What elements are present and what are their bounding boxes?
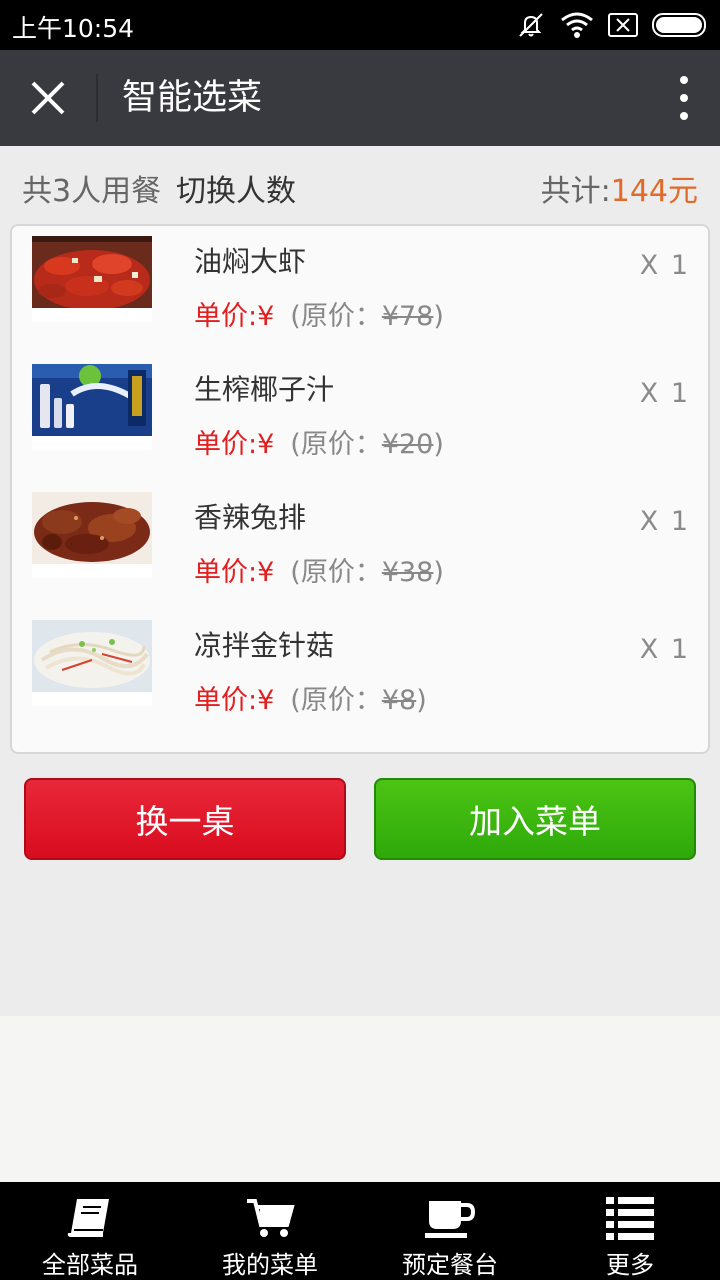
page-title: 智能选菜 [122, 78, 263, 118]
battery-icon [652, 13, 706, 37]
dish-price: 单价:¥ (原价：¥20) [194, 422, 444, 461]
original-price-prefix: (原价： [290, 429, 382, 460]
more-dot-icon [680, 76, 688, 84]
original-price: (原价：¥38) [290, 557, 444, 588]
silent-mode-icon [519, 13, 543, 37]
title-bar: 智能选菜 [0, 50, 720, 146]
original-price: (原价：¥78) [290, 301, 444, 332]
close-icon [31, 81, 65, 115]
original-price: (原价：¥8) [290, 685, 426, 716]
bottom-nav: 全部菜品 我的菜单 预定餐台 更多 [0, 1182, 720, 1280]
nav-label: 我的菜单 [222, 1251, 318, 1279]
nav-label: 全部菜品 [42, 1251, 138, 1279]
status-bar: 上午10:54 [0, 0, 720, 50]
nav-label: 更多 [606, 1251, 654, 1279]
change-table-button[interactable]: 换一桌 [24, 778, 346, 860]
dish-price: 单价:¥ (原价：¥8) [194, 678, 427, 717]
original-price-value: ¥38 [381, 557, 434, 588]
dish-name: 油焖大虾 [194, 245, 307, 278]
switch-diners-link[interactable]: 切换人数 [176, 166, 296, 210]
dish-price: 单价:¥ (原价：¥78) [194, 294, 444, 333]
cup-icon [425, 1200, 476, 1238]
nav-item-all-dishes[interactable]: 全部菜品 [0, 1182, 180, 1280]
nav-item-my-menu[interactable]: 我的菜单 [180, 1182, 360, 1280]
no-sim-icon [608, 13, 638, 37]
more-dot-icon [680, 94, 688, 102]
list-icon [606, 1196, 654, 1240]
wifi-icon [561, 12, 593, 38]
nav-item-reserve-table[interactable]: 预定餐台 [360, 1182, 540, 1280]
dish-item[interactable]: 凉拌金针菇 单价:¥ (原价：¥8) X 1 [12, 610, 712, 738]
original-price: (原价：¥20) [290, 429, 444, 460]
status-icons [516, 10, 708, 40]
status-time: 上午10:54 [12, 14, 135, 43]
dish-image-base [32, 564, 152, 578]
total-label: 共计: [540, 174, 611, 209]
dish-quantity: X 1 [639, 506, 690, 537]
book-icon [67, 1198, 109, 1237]
diners-count: 共3人用餐 [22, 174, 162, 209]
original-price-suffix: ) [433, 301, 444, 332]
dish-list: 油焖大虾 单价:¥ (原价：¥78) X 1 生榨椰子汁 单价:¥(原价：¥20… [10, 224, 710, 754]
main-content: 共3人用餐 切换人数 共计:144元 油焖大虾 单价:¥ (原价：¥78) X … [0, 146, 720, 1016]
dish-image-enoki-mushroom [32, 620, 152, 692]
unit-price-label: 单价:¥ [194, 301, 275, 332]
total-amount: 144元 [610, 174, 698, 209]
original-price-suffix: ) [433, 429, 444, 460]
original-price-prefix: (原价： [290, 685, 382, 716]
unit-price-label: 单价:¥ [194, 429, 275, 460]
original-price-suffix: ) [433, 557, 444, 588]
more-dot-icon [680, 112, 688, 120]
total-price: 共计:144元 [541, 166, 698, 210]
dish-item[interactable]: 油焖大虾 单价:¥ (原价：¥78) X 1 [12, 226, 712, 354]
unit-price-label: 单价:¥ [194, 685, 275, 716]
dish-image-base [32, 308, 152, 322]
add-to-menu-button[interactable]: 加入菜单 [374, 778, 696, 860]
dish-name: 生榨椰子汁 [194, 373, 335, 406]
dish-image-base [32, 692, 152, 706]
dish-item[interactable]: 香辣兔排 单价:¥ (原价：¥38) X 1 [12, 482, 712, 610]
dish-quantity: X 1 [639, 378, 690, 409]
dish-name: 凉拌金针菇 [194, 629, 335, 662]
dish-image-base [32, 436, 152, 450]
nav-item-more[interactable]: 更多 [540, 1182, 720, 1280]
original-price-prefix: (原价： [290, 301, 382, 332]
unit-price-label: 单价:¥ [194, 557, 275, 588]
original-price-suffix: ) [416, 685, 427, 716]
original-price-value: ¥8 [381, 685, 417, 716]
dish-quantity: X 1 [639, 634, 690, 665]
title-divider [96, 74, 98, 122]
dish-image-crayfish [32, 236, 152, 308]
dish-price: 单价:¥ (原价：¥38) [194, 550, 444, 589]
dish-name: 香辣兔排 [194, 501, 307, 534]
cart-icon [247, 1198, 295, 1237]
dish-image-spicy-rabbit [32, 492, 152, 564]
dish-quantity: X 1 [639, 250, 690, 281]
dish-item[interactable]: 生榨椰子汁 单价:¥ (原价：¥20) X 1 [12, 354, 712, 482]
original-price-value: ¥78 [381, 301, 434, 332]
original-price-value: ¥20 [381, 429, 434, 460]
summary-bar: 共3人用餐 切换人数 共计:144元 [0, 146, 720, 224]
more-options-button[interactable] [678, 76, 690, 120]
nav-label: 预定餐台 [402, 1251, 498, 1279]
original-price-prefix: (原价： [290, 557, 382, 588]
close-button[interactable] [18, 68, 78, 128]
dish-image-coconut-juice [32, 364, 152, 436]
